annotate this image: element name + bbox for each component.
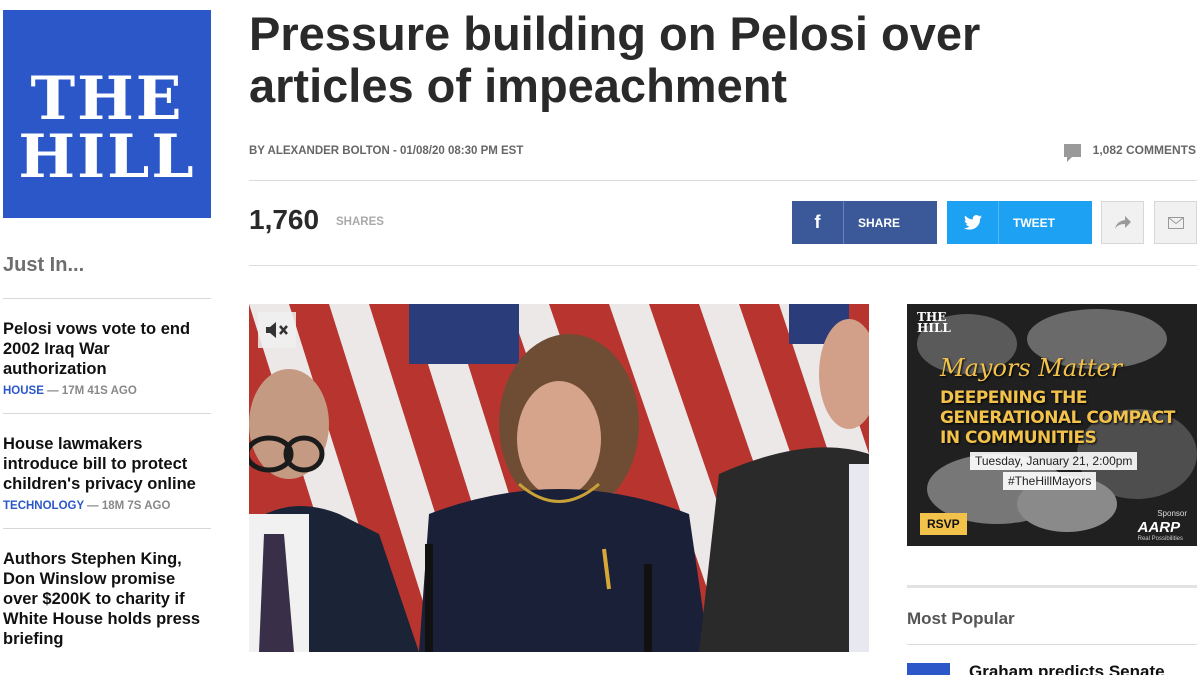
forward-share-button[interactable]: [1101, 201, 1144, 244]
article-video-player[interactable]: [249, 304, 869, 652]
ad-sponsor-logo: AARP Real Possibilities: [1138, 519, 1183, 542]
list-item-time: — 17M 41S AGO: [43, 385, 137, 397]
just-in-list: Pelosi vows vote to end 2002 Iraq War au…: [3, 298, 211, 665]
ad-title: Mayors Matter: [940, 354, 1123, 382]
list-item-meta: HOUSE — 17M 41S AGO: [3, 385, 211, 397]
the-hill-logo[interactable]: THE HILL: [3, 10, 211, 218]
facebook-share-button[interactable]: f SHARE: [792, 201, 937, 244]
ad-sponsor-tagline: Real Possibilities: [1137, 536, 1183, 542]
list-item-title[interactable]: Authors Stephen King, Don Winslow promis…: [3, 549, 211, 649]
comments-count: 1,082 COMMENTS: [1092, 143, 1196, 157]
logo-line-2: HILL: [18, 122, 196, 192]
list-item-meta: TECHNOLOGY — 18M 7S AGO: [3, 500, 211, 512]
twitter-bird-icon: [947, 201, 999, 244]
share-count: 1,760: [249, 204, 320, 235]
ad-subtitle: DEEPENING THE GENERATIONAL COMPACT IN CO…: [940, 388, 1175, 448]
video-frame-image: [249, 304, 869, 652]
ad-sponsor-name: AARP: [1137, 519, 1181, 536]
mute-toggle-button[interactable]: [258, 312, 296, 348]
list-item-time: — 18M 7S AGO: [83, 500, 171, 512]
article-headline: Pressure building on Pelosi over article…: [249, 7, 981, 112]
divider: [907, 644, 1197, 645]
divider: [249, 180, 1197, 181]
ad-the-hill-logo: THE HILL: [917, 311, 951, 335]
divider: [907, 585, 1197, 588]
list-item-title[interactable]: Pelosi vows vote to end 2002 Iraq War au…: [3, 319, 211, 379]
email-share-button[interactable]: [1154, 201, 1197, 244]
logo-line-1: THE: [30, 64, 184, 134]
divider: [249, 265, 1197, 266]
popular-item-thumbnail[interactable]: [907, 663, 950, 675]
advertisement-banner[interactable]: THE HILL Mayors Matter DEEPENING THE GEN…: [907, 304, 1197, 546]
ad-hashtag: #TheHillMayors: [1003, 472, 1097, 490]
list-item[interactable]: House lawmakers introduce bill to protec…: [3, 413, 211, 528]
envelope-icon: [1167, 216, 1184, 229]
list-item-title[interactable]: House lawmakers introduce bill to protec…: [3, 434, 211, 494]
just-in-heading: Just In...: [3, 254, 85, 276]
ad-logo-line-2: HILL: [917, 321, 951, 335]
comment-icon: [1063, 143, 1081, 162]
popular-item-title[interactable]: Graham predicts Senate: [969, 662, 1165, 675]
list-item[interactable]: Pelosi vows vote to end 2002 Iraq War au…: [3, 298, 211, 413]
forward-arrow-icon: [1114, 215, 1131, 229]
logo-text: THE HILL: [3, 64, 211, 192]
ad-rsvp-button[interactable]: RSVP: [920, 513, 967, 535]
ad-event-date: Tuesday, January 21, 2:00pm: [970, 452, 1138, 470]
share-count-label: SHARES: [336, 216, 384, 228]
list-item-category[interactable]: TECHNOLOGY: [3, 500, 84, 512]
speaker-muted-icon: [266, 322, 288, 338]
article-byline: BY ALEXANDER BOLTON - 01/08/20 08:30 PM …: [249, 145, 524, 157]
facebook-share-label: SHARE: [858, 215, 901, 230]
twitter-tweet-button[interactable]: TWEET: [947, 201, 1092, 244]
comments-link[interactable]: 1,082 COMMENTS: [1063, 143, 1196, 162]
facebook-icon: f: [792, 201, 844, 244]
twitter-tweet-label: TWEET: [1013, 215, 1055, 230]
most-popular-heading: Most Popular: [907, 609, 1015, 628]
list-item-category[interactable]: HOUSE: [3, 385, 44, 397]
ad-sponsor-label: Sponsor: [1157, 509, 1187, 518]
list-item[interactable]: Authors Stephen King, Don Winslow promis…: [3, 528, 211, 665]
